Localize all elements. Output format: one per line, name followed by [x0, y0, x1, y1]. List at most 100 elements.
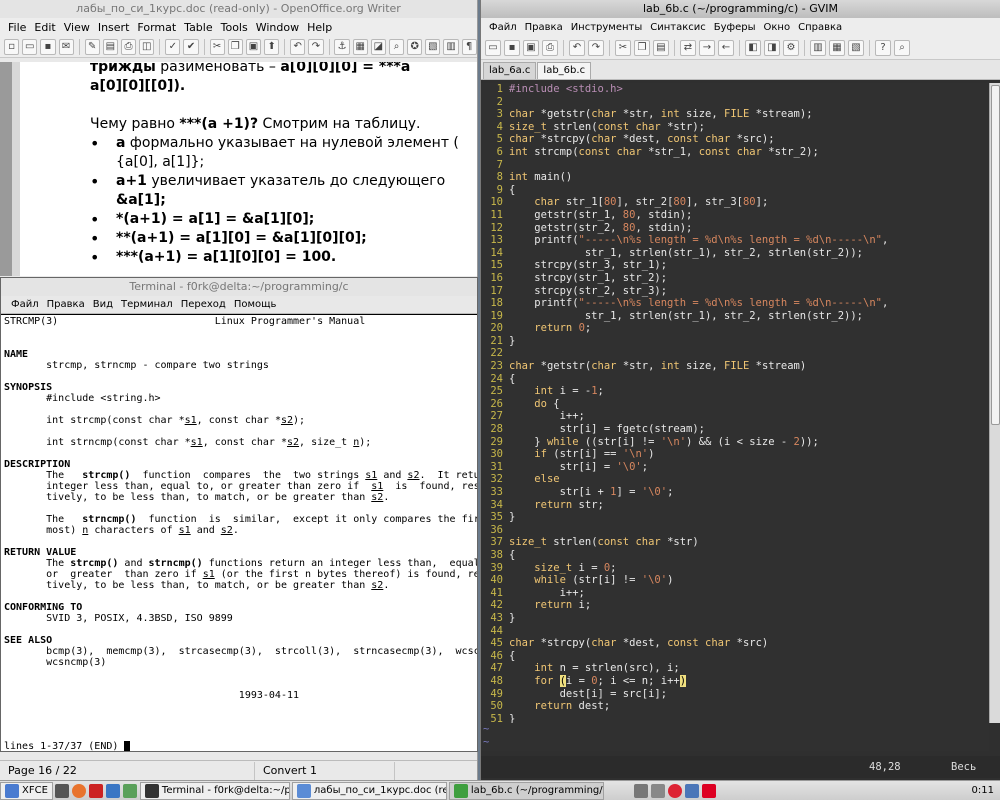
code-line[interactable]: 32 else	[481, 473, 989, 486]
spellcheck-icon[interactable]: ✓	[165, 38, 181, 55]
undo-icon[interactable]: ↶	[290, 38, 306, 55]
help-icon[interactable]: ?	[875, 39, 891, 56]
code-text[interactable]: return i;	[509, 599, 591, 612]
menu-table[interactable]: Table	[180, 21, 216, 34]
notification-icon[interactable]	[667, 783, 682, 798]
code-text[interactable]: str[i] = fgetc(stream);	[509, 423, 705, 436]
find-icon[interactable]: ⌕	[388, 38, 405, 55]
code-line[interactable]: 47 int n = strlen(src), i;	[481, 662, 989, 675]
code-line[interactable]: 24 {	[481, 373, 989, 386]
cut-icon[interactable]: ✂	[209, 38, 225, 55]
code-line[interactable]: 8 int main()	[481, 171, 989, 184]
code-text[interactable]: int strcmp(const char *str_1, const char…	[509, 146, 819, 159]
code-text[interactable]: else	[509, 473, 559, 486]
taskbar-item-writer[interactable]: лабы_по_си_1курс.doc (rea...	[291, 781, 447, 800]
terminal-titlebar[interactable]: Terminal - f0rk@delta:~/programming/c	[1, 278, 477, 296]
code-line[interactable]: 37 size_t strlen(const char *str)	[481, 536, 989, 549]
code-text[interactable]: for (i = 0; i <= n; i++)	[509, 674, 687, 688]
tags-icon[interactable]: ▧	[848, 39, 864, 56]
find-next-icon[interactable]: →	[699, 39, 715, 56]
save-all-icon[interactable]: ▣	[523, 39, 539, 56]
open-icon[interactable]: ▭	[485, 39, 501, 56]
print-icon[interactable]: ⎙	[542, 39, 558, 56]
datasources-icon[interactable]: ▥	[443, 38, 459, 55]
menu-buffers[interactable]: Буферы	[710, 22, 760, 33]
show-draw-icon[interactable]: ◪	[370, 38, 386, 55]
code-text[interactable]: str_1, strlen(str_1), str_2, strlen(str_…	[509, 247, 863, 260]
code-text[interactable]: char str_1[80], str_2[80], str_3[80];	[509, 196, 768, 209]
code-text[interactable]	[509, 96, 515, 109]
code-line[interactable]: 3 char *getstr(char *str, int size, FILE …	[481, 108, 989, 121]
volume-icon[interactable]	[633, 783, 648, 798]
cut-icon[interactable]: ✂	[615, 39, 631, 56]
code-line[interactable]: 25 int i = -1;	[481, 385, 989, 398]
taskbar-item-gvim[interactable]: lab_6b.c (~/programming/c) - ...	[448, 781, 604, 800]
code-text[interactable]	[509, 159, 515, 172]
menu-syntax[interactable]: Синтаксис	[646, 22, 710, 33]
code-text[interactable]: int main()	[509, 171, 572, 184]
code-text[interactable]	[509, 347, 515, 360]
print-preview-icon[interactable]: ◫	[139, 38, 155, 55]
code-text[interactable]: {	[509, 184, 515, 197]
code-line[interactable]: 35}	[481, 511, 989, 524]
code-text[interactable]: str[i + 1] = '\0';	[509, 486, 674, 499]
code-line[interactable]: 16 strcpy(str_1, str_2);	[481, 272, 989, 285]
code-line[interactable]: 10 char str_1[80], str_2[80], str_3[80];	[481, 196, 989, 209]
terminal-output[interactable]: STRCMP(3) Linux Programmer's Manual STRC…	[1, 315, 477, 751]
code-text[interactable]	[509, 625, 515, 638]
code-line[interactable]: 45 char *strcpy(char *dest, const char *s…	[481, 637, 989, 650]
autospell-icon[interactable]: ✔	[183, 38, 199, 55]
code-line[interactable]: 11 getstr(str_1, 80, stdin);	[481, 209, 989, 222]
menu-help[interactable]: Справка	[794, 22, 846, 33]
writer-titlebar[interactable]: лабы_по_си_1курс.doc (read-only) - OpenO…	[0, 0, 477, 18]
menu-tools[interactable]: Инструменты	[567, 22, 647, 33]
code-text[interactable]: printf("-----\n%s length = %d\n%s length…	[509, 297, 888, 310]
menu-file[interactable]: File	[4, 21, 30, 34]
code-line[interactable]: 51}	[481, 713, 989, 723]
code-text[interactable]: i++;	[509, 587, 585, 600]
code-text[interactable]	[509, 524, 515, 537]
menu-edit[interactable]: Правка	[521, 22, 567, 33]
clone-format-icon[interactable]: ⬆	[264, 38, 280, 55]
menu-format[interactable]: Format	[133, 21, 180, 34]
code-text[interactable]: printf("-----\n%s length = %d\n%s length…	[509, 234, 888, 247]
menu-go[interactable]: Переход	[177, 299, 230, 310]
code-line[interactable]: 12 getstr(str_2, 80, stdin);	[481, 222, 989, 235]
replace-icon[interactable]: ⇄	[680, 39, 696, 56]
code-line[interactable]: 5 char *strcpy(char *dest, const char *sr…	[481, 133, 989, 146]
menu-view[interactable]: Вид	[89, 299, 117, 310]
redo-icon[interactable]: ↷	[588, 39, 604, 56]
code-line[interactable]: 21}	[481, 335, 989, 348]
email-icon[interactable]: ✉	[58, 38, 74, 55]
code-text[interactable]: while (str[i] != '\0')	[509, 574, 673, 587]
menu-edit[interactable]: Edit	[30, 21, 59, 34]
code-line[interactable]: 49 dest[i] = src[i];	[481, 688, 989, 701]
code-text[interactable]: dest[i] = src[i];	[509, 688, 667, 701]
opera-launcher-icon[interactable]	[88, 783, 103, 798]
run-script-icon[interactable]: ⚙	[783, 39, 799, 56]
code-line[interactable]: 13 printf("-----\n%s length = %d\n%s len…	[481, 234, 989, 247]
find-help-icon[interactable]: ⌕	[894, 39, 910, 56]
code-line[interactable]: 33 str[i + 1] = '\0';	[481, 486, 989, 499]
code-text[interactable]: char *getstr(char *str, int size, FILE *…	[509, 360, 806, 373]
code-line[interactable]: 50 return dest;	[481, 700, 989, 713]
redo-icon[interactable]: ↷	[308, 38, 324, 55]
code-line[interactable]: 34 return str;	[481, 499, 989, 512]
paste-icon[interactable]: ▤	[653, 39, 669, 56]
code-line[interactable]: 28 str[i] = fgetc(stream);	[481, 423, 989, 436]
paste-icon[interactable]: ▣	[245, 38, 262, 55]
code-line[interactable]: 18 printf("-----\n%s length = %d\n%s len…	[481, 297, 989, 310]
menu-view[interactable]: View	[60, 21, 94, 34]
code-text[interactable]: str_1, strlen(str_1), str_2, strlen(str_…	[509, 310, 863, 323]
code-text[interactable]: getstr(str_2, 80, stdin);	[509, 222, 692, 235]
menu-file[interactable]: Файл	[7, 299, 43, 310]
code-text[interactable]: }	[509, 511, 515, 524]
code-line[interactable]: 30 if (str[i] == '\n')	[481, 448, 989, 461]
code-line[interactable]: 39 size_t i = 0;	[481, 562, 989, 575]
code-line[interactable]: 4 size_t strlen(const char *str);	[481, 121, 989, 134]
code-line[interactable]: 36	[481, 524, 989, 537]
code-line[interactable]: 9{	[481, 184, 989, 197]
export-pdf-icon[interactable]: ▤	[102, 38, 118, 55]
firefox-launcher-icon[interactable]	[71, 783, 86, 798]
taskbar-item-terminal[interactable]: Terminal - f0rk@delta:~/prog...	[139, 781, 290, 800]
